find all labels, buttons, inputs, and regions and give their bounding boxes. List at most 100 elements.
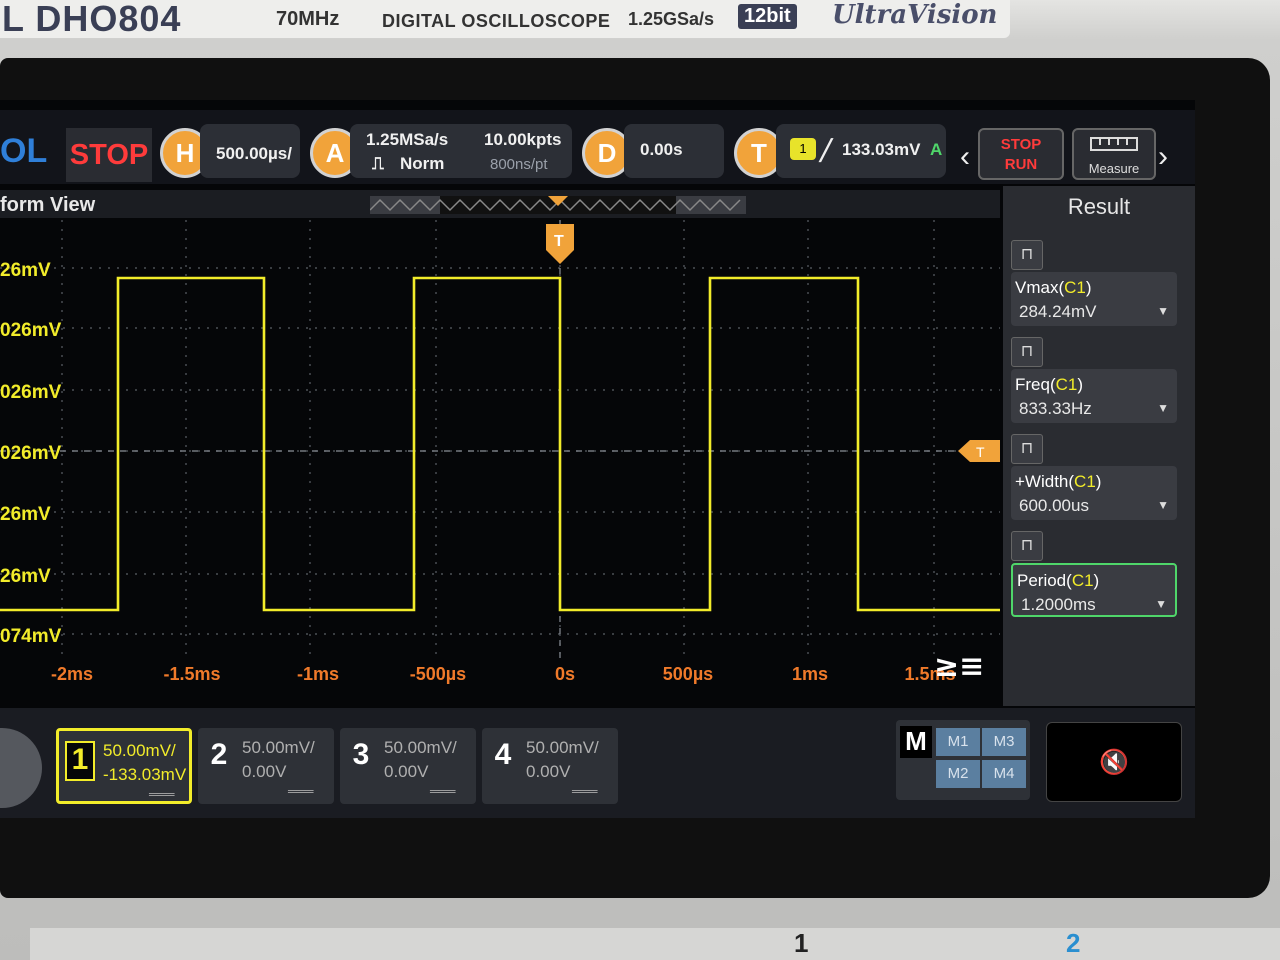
knob-label-2: 2: [1066, 928, 1081, 958]
channel-1-button[interactable]: 1 50.00mV/ -133.03mV ═══: [56, 728, 192, 804]
measure-label: Measure: [1088, 161, 1140, 176]
channel-number: 2: [210, 738, 228, 771]
channel-scale: 50.00mV/: [384, 738, 457, 757]
acquire-mode-icon: ⎍: [372, 154, 384, 173]
measurement-name: Vmax(C1): [1015, 278, 1092, 297]
stop-label: STOP: [1000, 136, 1042, 153]
measurement-icon: ⊓: [1011, 434, 1043, 464]
measurement-item[interactable]: Vmax(C1) 284.24mV ▼: [1011, 272, 1177, 326]
y-axis-label: 074mV: [0, 626, 62, 647]
measurement-item[interactable]: +Width(C1) 600.00us ▼: [1011, 466, 1177, 520]
trigger-level: 133.03mV: [842, 140, 921, 159]
mute-button[interactable]: 🔇: [1046, 722, 1182, 802]
channel-scale: 50.00mV/: [103, 741, 176, 760]
x-axis-label: 500µs: [663, 664, 713, 684]
channel-number: 1: [65, 741, 95, 781]
math-m3-button[interactable]: M3: [982, 728, 1026, 756]
rising-edge-icon: ╱: [820, 140, 833, 162]
math-group[interactable]: M M1 M3 M2 M4: [896, 720, 1030, 800]
channel-offset: 0.00V: [526, 762, 571, 781]
measurement-value: 284.24mV: [1019, 302, 1097, 321]
x-axis-label: 1ms: [792, 664, 828, 684]
memory-depth: 10.00kpts: [484, 130, 562, 149]
waveform-canvas: T T 26mV 026mV 026mV 026mV 26mV 26mV 074mV -2ms -1…: [0, 220, 1000, 700]
result-panel: Result Vmax(C1) 284.24mV ▼ Freq(C1) 833.33Hz…: [1003, 186, 1195, 706]
dc-coupling-icon: ═══: [288, 784, 314, 798]
brand-logo: OL: [0, 132, 48, 170]
oscilloscope-bezel: L DHO804 70MHz DIGITAL OSCILLOSCOPE 1.25…: [0, 0, 1280, 960]
grid-background: [0, 220, 1000, 700]
channel-scale: 50.00mV/: [526, 738, 599, 757]
y-axis-label: 026mV: [0, 320, 62, 341]
time-resolution: 800ns/pt: [490, 156, 548, 173]
ruler-icon: [1090, 137, 1138, 151]
x-axis-label: 0s: [555, 664, 575, 684]
stop-run-button[interactable]: STOP RUN: [978, 128, 1064, 180]
acquire-sample-rate: 1.25MSa/s: [366, 130, 449, 149]
y-axis-label: 26mV: [0, 504, 51, 525]
gear-icon[interactable]: [0, 728, 42, 808]
measure-button[interactable]: Measure: [1072, 128, 1156, 180]
measurement-name: +Width(C1): [1015, 472, 1102, 491]
ultravision-logo: UltraVision: [832, 0, 998, 30]
x-axis-label: -1ms: [297, 664, 339, 684]
channel-3-button[interactable]: 3 50.00mV/0.00V ═══: [340, 728, 476, 804]
channel-scale: 50.00mV/: [242, 738, 315, 757]
y-axis-label: 026mV: [0, 382, 62, 403]
channel-number: 4: [494, 738, 512, 771]
delay-value: 0.00s: [640, 140, 683, 159]
trigger-source-chip: 1: [790, 138, 816, 160]
sample-rate-label: 1.25GSa/s: [628, 9, 715, 29]
measurement-icon: ⊓: [1011, 531, 1043, 561]
x-axis-label: -500µs: [410, 664, 466, 684]
chevron-right-icon[interactable]: ›: [1158, 140, 1168, 174]
collapse-menu-icon: ≥≡: [934, 649, 984, 684]
horizontal-scale: 500.00µs/: [216, 144, 292, 163]
y-axis-label: 26mV: [0, 260, 51, 281]
channel-bar: 1 50.00mV/-133.03mV ═══ 2 50.00mV/0.00V ═══ 3 5…: [0, 708, 1195, 818]
y-axis-label: 026mV: [0, 443, 62, 464]
chevron-down-icon[interactable]: ▼: [1157, 304, 1169, 318]
math-m4-button[interactable]: M4: [982, 760, 1026, 788]
dc-coupling-icon: ═══: [430, 784, 456, 798]
device-kind-label: DIGITAL OSCILLOSCOPE: [382, 11, 611, 31]
chevron-down-icon[interactable]: ▼: [1155, 597, 1167, 611]
chevron-down-icon[interactable]: ▼: [1157, 498, 1169, 512]
bit-depth-badge: 12bit: [738, 4, 797, 29]
speaker-mute-icon: 🔇: [1099, 749, 1129, 776]
measurement-value: 833.33Hz: [1019, 399, 1092, 418]
measurement-icon: ⊓: [1011, 240, 1043, 270]
x-axis-label: -2ms: [51, 664, 93, 684]
measurement-item[interactable]: Period(C1) 1.2000ms ▼: [1011, 563, 1177, 617]
memory-overview-bar[interactable]: [369, 196, 746, 214]
lower-bezel: [30, 928, 1280, 960]
result-title: Result: [1067, 194, 1131, 219]
trigger-level-label: T: [976, 444, 985, 460]
display-screen: OL STOP H 500.00µs/ A 1.25MSa/s ⎍ Norm 1…: [0, 100, 1195, 818]
chevron-down-icon[interactable]: ▼: [1157, 401, 1169, 415]
math-m2-button[interactable]: M2: [936, 760, 980, 788]
run-state-text: STOP: [69, 138, 149, 171]
measurement-value: 1.2000ms: [1021, 595, 1096, 614]
channel-2-button[interactable]: 2 50.00mV/0.00V ═══: [198, 728, 334, 804]
status-bar: OL STOP H 500.00µs/ A 1.25MSa/s ⎍ Norm 1…: [0, 110, 1195, 184]
measurement-icon: ⊓: [1011, 337, 1043, 367]
run-label: RUN: [1004, 156, 1038, 173]
y-axis-label: 26mV: [0, 566, 51, 587]
math-m1-button[interactable]: M1: [936, 728, 980, 756]
acquire-mode: Norm: [400, 154, 445, 173]
channel-number: 3: [352, 738, 370, 771]
measurement-name: Period(C1): [1017, 571, 1100, 590]
run-state-indicator[interactable]: STOP: [66, 128, 152, 182]
waveform-view-title: form View: [0, 194, 96, 216]
measurement-item[interactable]: Freq(C1) 833.33Hz ▼: [1011, 369, 1177, 423]
screen-frame: OL STOP H 500.00µs/ A 1.25MSa/s ⎍ Norm 1…: [0, 58, 1270, 898]
channel-4-button[interactable]: 4 50.00mV/0.00V ═══: [482, 728, 618, 804]
memory-overview-wave: [369, 196, 741, 214]
dc-coupling-icon: ═══: [149, 787, 175, 801]
measurement-name: Freq(C1): [1015, 375, 1084, 394]
chevron-left-icon[interactable]: ‹: [960, 140, 970, 174]
trigger-position-label: T: [554, 233, 564, 250]
waveform-grid[interactable]: T T 26mV 026mV 026mV 026mV 26mV 26mV 074mV -2ms -1…: [0, 220, 1000, 700]
dc-coupling-icon: ═══: [572, 784, 598, 798]
